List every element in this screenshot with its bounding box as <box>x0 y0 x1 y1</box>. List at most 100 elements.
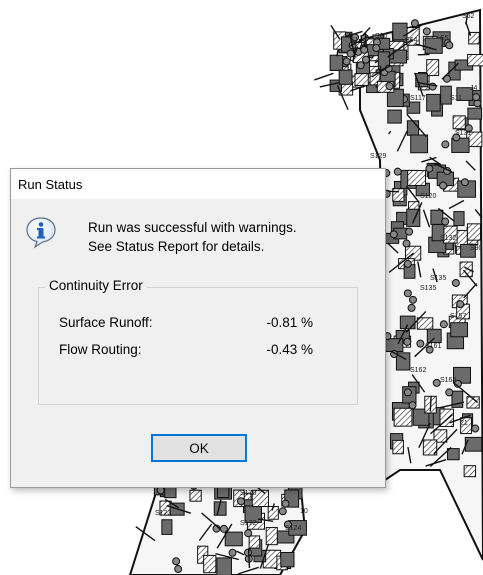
subcatchment <box>450 322 469 338</box>
node-label: S161 <box>425 343 441 350</box>
subcatchment <box>466 223 481 241</box>
junction-node <box>460 178 469 187</box>
node-label: S172 <box>240 520 256 527</box>
junction-node <box>445 388 454 397</box>
subcatchment <box>393 407 413 427</box>
junction-node <box>410 19 419 28</box>
junction-node <box>407 303 416 312</box>
junction-node <box>408 295 417 304</box>
subcatchment <box>430 209 444 225</box>
junction-node <box>451 278 460 287</box>
subcatchment <box>354 73 369 86</box>
subcatchment <box>464 436 483 452</box>
node-label: S62 <box>462 13 475 20</box>
node-label: S64 <box>405 37 418 44</box>
surface-runoff-label: Surface Runoff: <box>59 315 153 330</box>
junction-node <box>244 529 253 538</box>
node-label: S90 <box>470 245 483 252</box>
node-label: S11 <box>450 95 462 102</box>
conduit-link <box>362 26 371 36</box>
node-label: S157 <box>450 313 466 320</box>
junction-node <box>342 57 351 66</box>
subcatchment <box>453 211 465 227</box>
junction-node <box>219 524 228 533</box>
junction-node <box>408 401 417 410</box>
node-label: S117 <box>410 95 426 102</box>
junction-node <box>456 300 465 309</box>
junction-node <box>402 239 411 248</box>
subcatchment <box>392 188 405 202</box>
node-label: S162 <box>410 367 426 374</box>
junction-node <box>439 320 448 329</box>
junction-node <box>243 548 252 557</box>
subcatchment <box>407 169 427 186</box>
node-label: S129 <box>370 153 386 160</box>
subcatchment <box>161 519 173 535</box>
continuity-error-legend: Continuity Error <box>45 278 147 293</box>
node-label: S124 <box>285 525 301 532</box>
junction-node <box>441 217 450 226</box>
junction-node <box>403 289 412 298</box>
junction-node <box>172 557 181 566</box>
node-label: J4 <box>470 85 478 92</box>
subcatchment <box>426 59 440 77</box>
junction-node <box>422 27 431 36</box>
subcatchment <box>338 69 353 85</box>
node-label: S1 <box>350 37 359 44</box>
junction-node <box>372 44 381 53</box>
conduit-link <box>387 190 400 193</box>
junction-node <box>228 548 237 557</box>
status-message-line2: See Status Report for details. <box>88 239 265 254</box>
node-label: S123 <box>155 510 171 517</box>
junction-node <box>236 497 245 506</box>
node-label: S135 <box>430 275 446 282</box>
junction-node <box>403 337 412 346</box>
status-message-line1: Run was successful with warnings. <box>88 220 297 235</box>
node-label: S164 <box>440 377 456 384</box>
subcatchment <box>467 107 483 120</box>
junction-node <box>405 227 414 236</box>
junction-node <box>471 424 480 433</box>
subcatchment <box>452 115 466 130</box>
node-label: S131 <box>455 130 471 137</box>
node-label: S60 <box>375 33 388 40</box>
junction-node <box>385 82 394 91</box>
node-label: S120 <box>420 193 436 200</box>
junction-node <box>416 339 425 348</box>
subcatchment <box>189 489 202 502</box>
subcatchment <box>399 315 416 330</box>
node-label: S135 <box>420 285 436 292</box>
junction-node <box>346 49 355 58</box>
node-label: S5 <box>440 35 449 42</box>
conduit-link <box>314 72 334 81</box>
junction-node <box>439 181 448 190</box>
node-label: 21 <box>460 420 468 427</box>
ok-button[interactable]: OK <box>151 434 247 462</box>
junction-node <box>278 507 287 516</box>
subcatchment <box>463 465 477 478</box>
junction-node <box>393 167 402 176</box>
junction-node <box>441 140 450 149</box>
subcatchment <box>265 527 278 546</box>
conduit-link <box>379 65 382 81</box>
subcatchment <box>248 535 261 549</box>
subcatchment <box>446 448 460 461</box>
dialog-titlebar[interactable]: Run Status <box>11 169 385 199</box>
subcatchment <box>216 557 232 575</box>
junction-node <box>174 565 183 574</box>
junction-node <box>472 93 481 102</box>
junction-node <box>403 259 412 268</box>
node-label: 10 <box>300 508 308 515</box>
run-status-dialog: Run Status Run was successful with warni… <box>10 168 386 488</box>
flow-routing-value: -0.43 % <box>266 342 313 357</box>
junction-node <box>361 55 370 64</box>
surface-runoff-value: -0.81 % <box>266 315 313 330</box>
junction-node <box>356 61 365 70</box>
node-label: S170 <box>240 490 256 497</box>
dialog-title: Run Status <box>18 177 83 192</box>
flow-routing-label: Flow Routing: <box>59 342 142 357</box>
junction-node <box>389 230 398 239</box>
subcatchment <box>459 261 473 278</box>
subcatchment <box>392 439 404 455</box>
subcatchment <box>416 317 434 330</box>
